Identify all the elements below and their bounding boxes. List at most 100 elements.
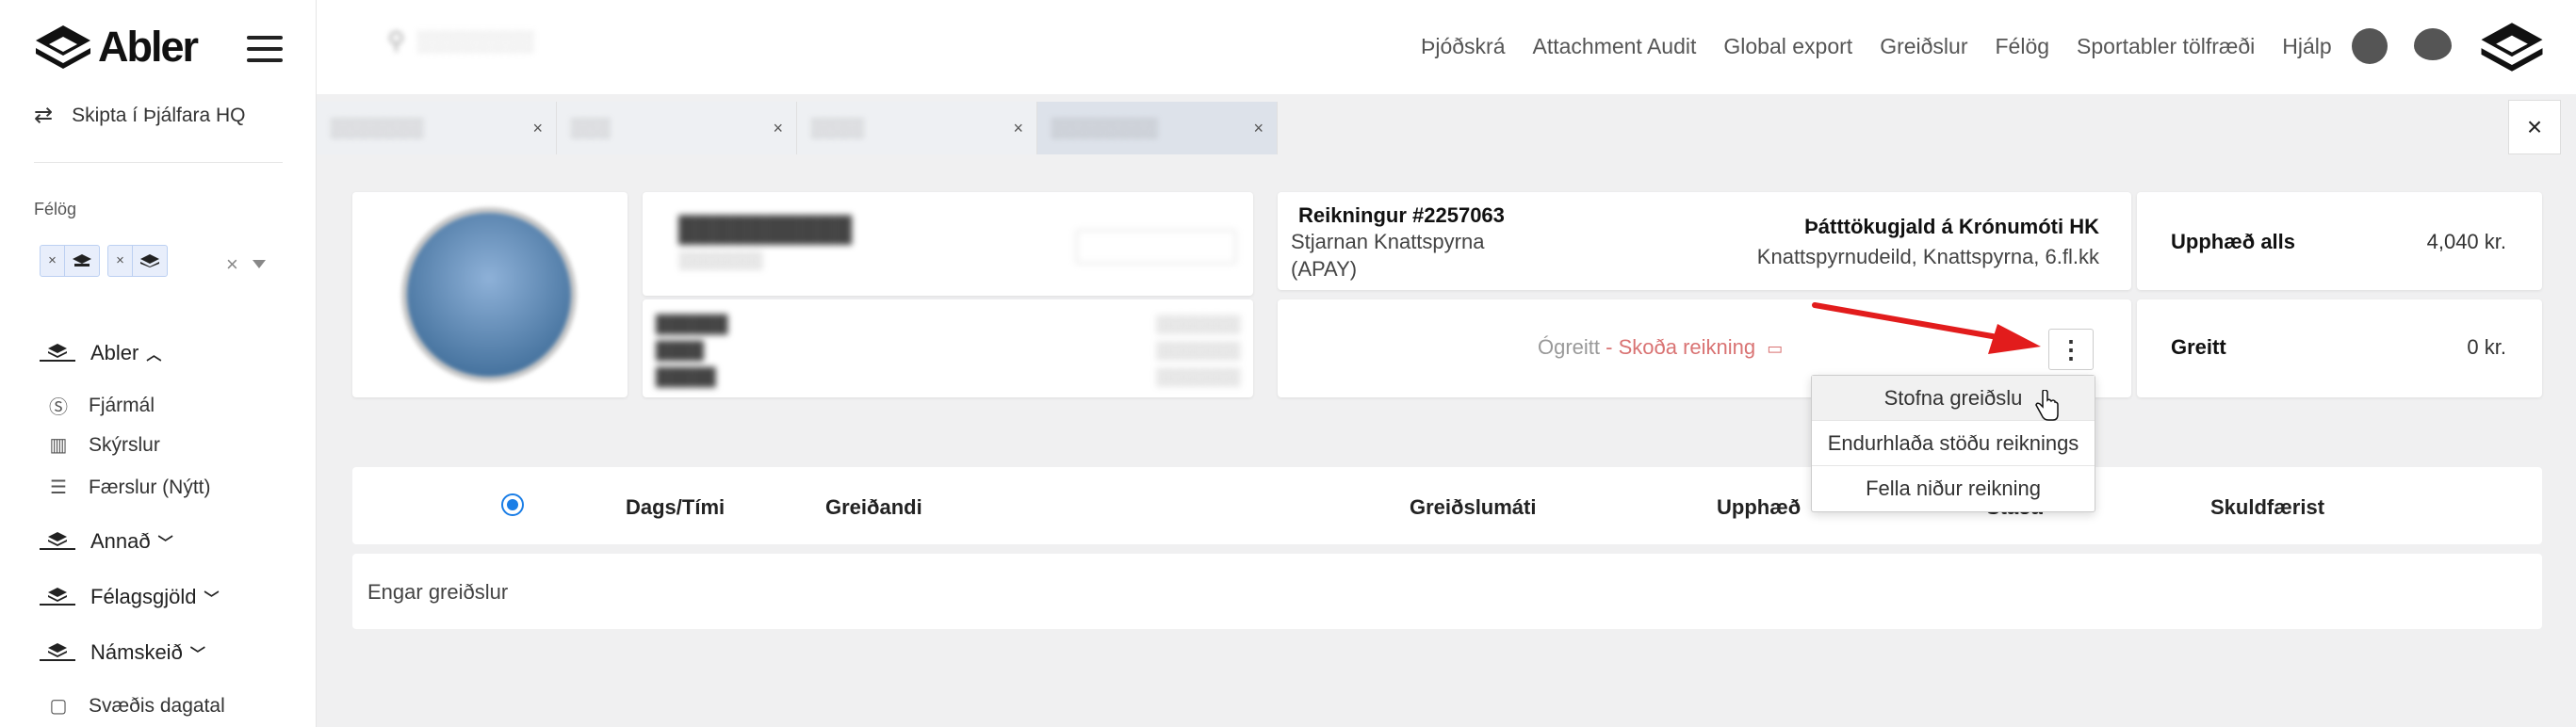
- tab-close-icon[interactable]: ×: [1253, 119, 1264, 138]
- blurred-name: ██████████: [678, 215, 853, 243]
- search-blurred-text: ░░░░░░░░: [416, 28, 534, 53]
- list-icon: ☰: [50, 477, 67, 498]
- sportabler-logo-icon: [40, 643, 75, 661]
- sidebar-section-abler[interactable]: Abler ︿: [38, 341, 161, 365]
- search-icon: ⚲: [387, 26, 406, 55]
- payments-table-header: Dags/Tími Greiðandi Greiðslumáti Upphæð …: [352, 467, 2542, 544]
- sportabler-logo-icon: [40, 588, 75, 606]
- total-card: Upphæð alls 4,040 kr.: [2137, 192, 2542, 290]
- sidebar-item-fjarmal[interactable]: Ⓢ Fjármál: [47, 392, 155, 419]
- column-header-amount[interactable]: Upphæð: [1717, 495, 1801, 520]
- profile-photo-card: [352, 192, 628, 397]
- invoice-number: Reikningur #2257063: [1298, 203, 1505, 227]
- column-header-date[interactable]: Dags/Tími: [626, 495, 725, 520]
- globe-icon[interactable]: [2352, 28, 2388, 64]
- paid-label: Greitt: [2171, 335, 2226, 359]
- invoice-status: Ógreitt - Skoða reikning ▭: [1538, 335, 1783, 360]
- sidebar-item-label: Færslur (Nýtt): [89, 476, 211, 498]
- nav-link-greidslur[interactable]: Greiðslur: [1880, 34, 1967, 59]
- sidebar-section-annad[interactable]: Annað ﹀: [38, 529, 173, 554]
- avatar: [401, 207, 577, 382]
- menu-item-reload-status[interactable]: Endurhlaða stöðu reiknings: [1812, 421, 2095, 466]
- bar-chart-icon: ▥: [49, 435, 68, 456]
- paid-card: Greitt 0 kr.: [2137, 299, 2542, 397]
- sidebar-item-label: Skýrslur: [89, 433, 160, 456]
- club-logo-icon: [65, 246, 99, 276]
- view-invoice-link[interactable]: - Skoða reikning: [1600, 335, 1755, 359]
- chevron-down-icon: ﹀: [204, 591, 220, 607]
- sidebar: Abler ⇄ Skipta í Þjálfara HQ Félög × × ×…: [0, 0, 317, 727]
- chat-icon[interactable]: [2414, 28, 2452, 60]
- chevron-down-icon: ﹀: [189, 647, 205, 663]
- dropdown-caret-icon[interactable]: [253, 260, 266, 268]
- switch-hq-label: Skipta í Þjálfara HQ: [72, 104, 246, 126]
- sidebar-section-namskeid[interactable]: Námskeið ﹀: [38, 640, 205, 665]
- tab[interactable]: ░░░░░░░ ×: [317, 102, 557, 154]
- swap-arrows-icon: ⇄: [34, 103, 54, 128]
- blurred-labels: ██████ ████ █████: [656, 315, 728, 386]
- sidebar-section-label: Annað: [90, 529, 151, 553]
- chevron-down-icon: ﹀: [157, 536, 173, 552]
- tab-close-icon[interactable]: ×: [773, 119, 783, 138]
- hand-cursor-icon: [2035, 390, 2059, 421]
- abler-logo-icon[interactable]: [2478, 21, 2546, 73]
- blurred-button[interactable]: [1076, 230, 1236, 264]
- calendar-icon: ▢: [49, 696, 68, 717]
- brand-logo[interactable]: Abler: [34, 23, 199, 72]
- chip-remove-icon[interactable]: ×: [108, 246, 133, 276]
- dollar-circle-icon: Ⓢ: [49, 397, 68, 418]
- sidebar-section-label: Félagsgjöld: [90, 585, 197, 608]
- menu-item-cancel-invoice[interactable]: Fella niður reikning: [1812, 466, 2095, 511]
- invoice-payer-line2: (APAY): [1291, 257, 1358, 281]
- club-chip[interactable]: ×: [40, 245, 100, 277]
- brand-name: Abler: [98, 23, 199, 71]
- nav-link-felog[interactable]: Félög: [1996, 34, 2050, 59]
- total-value: 4,040 kr.: [2426, 230, 2506, 253]
- sportabler-logo-icon: [40, 344, 75, 362]
- club-selector[interactable]: × ×: [40, 245, 168, 277]
- clubs-label: Félög: [34, 200, 77, 218]
- search-input[interactable]: ⚲ ░░░░░░░░: [387, 26, 534, 56]
- invoice-department: Knattspyrnudeild, Knattspyrna, 6.fl.kk: [1756, 245, 2099, 268]
- invoice-payer-line1: Stjarnan Knattspyrna: [1291, 230, 1485, 253]
- sidebar-item-skyrslur[interactable]: ▥ Skýrslur: [47, 433, 160, 457]
- tab-active[interactable]: ░░░░░░░░ ×: [1037, 102, 1278, 154]
- hamburger-menu-icon[interactable]: [247, 36, 283, 62]
- tab-close-icon[interactable]: ×: [1013, 119, 1023, 138]
- sidebar-section-label: Abler: [90, 341, 139, 364]
- sidebar-item-label: Svæðis dagatal: [89, 694, 225, 717]
- nav-link-sportabler-tolfraedi[interactable]: Sportabler tölfræði: [2077, 34, 2255, 59]
- nav-link-thjodskra[interactable]: Þjóðskrá: [1421, 34, 1505, 59]
- select-all-radio[interactable]: [501, 493, 524, 516]
- sidebar-item-faerslur[interactable]: ☰ Færslur (Nýtt): [47, 476, 211, 499]
- tab[interactable]: ░░░ ×: [557, 102, 797, 154]
- more-options-button[interactable]: ⋮: [2048, 329, 2094, 370]
- invoice-product: Þátttökugjald á Krónumóti HK: [1804, 215, 2099, 238]
- invoice-status-label: Ógreitt: [1538, 335, 1601, 359]
- column-header-payer[interactable]: Greiðandi: [825, 495, 922, 520]
- red-arrow-annotation-icon: [1812, 302, 2041, 354]
- chevron-up-icon: ︿: [146, 347, 162, 364]
- receipt-icon[interactable]: ▭: [1767, 339, 1783, 358]
- club-chip[interactable]: ×: [107, 245, 168, 277]
- nav-link-attachment-audit[interactable]: Attachment Audit: [1532, 34, 1696, 59]
- nav-link-hjalp[interactable]: Hjálp: [2282, 34, 2331, 59]
- blurred-id: ░░░░░░░: [678, 250, 763, 269]
- chip-remove-icon[interactable]: ×: [41, 246, 65, 276]
- record-tabs: ░░░░░░░ × ░░░ × ░░░░ × ░░░░░░░░ ×: [317, 102, 1278, 156]
- divider: [34, 162, 283, 163]
- nav-link-global-export[interactable]: Global export: [1723, 34, 1852, 59]
- top-navigation: Þjóðskrá Attachment Audit Global export …: [1421, 34, 2576, 59]
- empty-state-text: Engar greiðslur: [367, 580, 509, 604]
- tab-close-icon[interactable]: ×: [532, 119, 543, 138]
- tab[interactable]: ░░░░ ×: [797, 102, 1037, 154]
- column-header-due[interactable]: Skuldfærist: [2210, 495, 2324, 520]
- close-button[interactable]: ×: [2508, 100, 2561, 154]
- switch-hq-link[interactable]: ⇄ Skipta í Þjálfara HQ: [34, 102, 246, 129]
- clear-selection-icon[interactable]: ×: [226, 252, 238, 277]
- column-header-method[interactable]: Greiðslumáti: [1410, 495, 1536, 520]
- sidebar-item-svaedis-dagatal[interactable]: ▢ Svæðis dagatal: [47, 694, 225, 718]
- sportabler-logo-icon: [40, 532, 75, 550]
- blurred-dates: ░░░░░░░ ░░░░░░░ ░░░░░░░: [1155, 315, 1240, 386]
- sidebar-section-felagsgjold[interactable]: Félagsgjöld ﹀: [38, 585, 220, 609]
